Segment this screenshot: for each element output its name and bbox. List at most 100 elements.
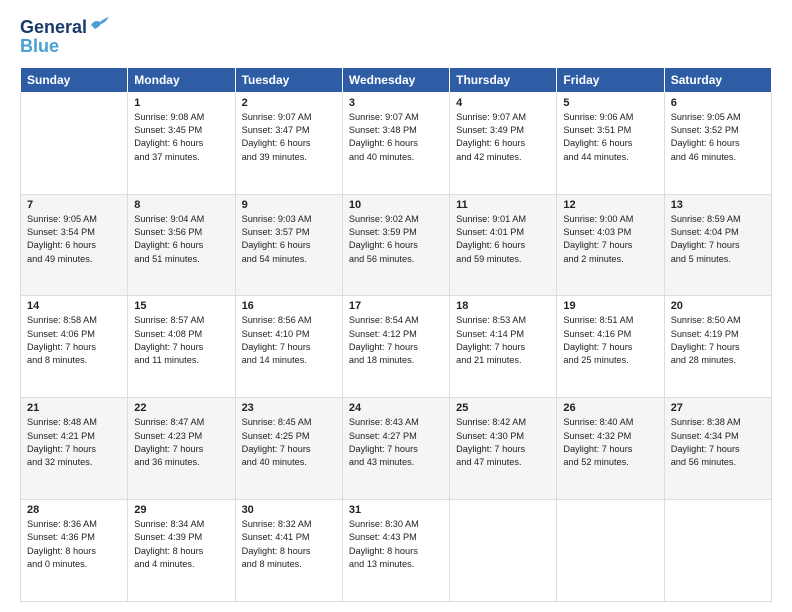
day-cell: 12Sunrise: 9:00 AM Sunset: 4:03 PM Dayli… [557, 194, 664, 296]
day-cell [664, 500, 771, 602]
day-info: Sunrise: 8:53 AM Sunset: 4:14 PM Dayligh… [456, 314, 550, 367]
day-info: Sunrise: 8:38 AM Sunset: 4:34 PM Dayligh… [671, 416, 765, 469]
day-cell: 13 Sunrise: 8:59 AM Sunset: 4:04 PM Dayli… [664, 194, 771, 296]
week-row-1: 1 Sunrise: 9:08 AM Sunset: 3:45 PM Daylig… [21, 92, 772, 194]
day-number: 30 [242, 504, 336, 516]
day-cell: 28 Sunrise: 8:36 AM Sunset: 4:36 PM Dayli… [21, 500, 128, 602]
day-cell: 6 Sunrise: 9:05 AM Sunset: 3:52 PM Daylig… [664, 92, 771, 194]
day-cell: 22 Sunrise: 8:47 AM Sunset: 4:23 PM Dayli… [128, 398, 235, 500]
day-cell: 26Sunrise: 8:40 AM Sunset: 4:32 PM Dayli… [557, 398, 664, 500]
day-info: Sunrise: 9:02 AM Sunset: 3:59 PM Dayligh… [349, 213, 443, 266]
day-number: 29 [134, 504, 228, 516]
day-number: 14 [27, 300, 121, 312]
day-cell: 11Sunrise: 9:01 AM Sunset: 4:01 PM Dayli… [450, 194, 557, 296]
day-cell [450, 500, 557, 602]
day-info: Sunrise: 8:59 AM Sunset: 4:04 PM Dayligh… [671, 213, 765, 266]
day-number: 10 [349, 199, 443, 211]
day-number: 1 [134, 97, 228, 109]
day-cell: 20 Sunrise: 8:50 AM Sunset: 4:19 PM Dayli… [664, 296, 771, 398]
day-cell: 30 Sunrise: 8:32 AM Sunset: 4:41 PM Dayli… [235, 500, 342, 602]
day-cell: 19Sunrise: 8:51 AM Sunset: 4:16 PM Dayli… [557, 296, 664, 398]
day-cell: 4 Sunrise: 9:07 AM Sunset: 3:49 PM Daylig… [450, 92, 557, 194]
day-info: Sunrise: 8:54 AM Sunset: 4:12 PM Dayligh… [349, 314, 443, 367]
day-info: Sunrise: 9:07 AM Sunset: 3:49 PM Dayligh… [456, 111, 550, 164]
day-number: 13 [671, 199, 765, 211]
day-cell: 9Sunrise: 9:03 AM Sunset: 3:57 PM Daylig… [235, 194, 342, 296]
weekday-saturday: Saturday [664, 67, 771, 92]
day-number: 19 [563, 300, 657, 312]
week-row-2: 7 Sunrise: 9:05 AM Sunset: 3:54 PM Daylig… [21, 194, 772, 296]
day-number: 5 [563, 97, 657, 109]
day-info: Sunrise: 9:07 AM Sunset: 3:48 PM Dayligh… [349, 111, 443, 164]
week-row-5: 28 Sunrise: 8:36 AM Sunset: 4:36 PM Dayli… [21, 500, 772, 602]
day-cell: 31 Sunrise: 8:30 AM Sunset: 4:43 PM Dayli… [342, 500, 449, 602]
day-number: 2 [242, 97, 336, 109]
day-info: Sunrise: 8:36 AM Sunset: 4:36 PM Dayligh… [27, 518, 121, 571]
weekday-monday: Monday [128, 67, 235, 92]
day-cell: 3Sunrise: 9:07 AM Sunset: 3:48 PM Daylig… [342, 92, 449, 194]
day-number: 4 [456, 97, 550, 109]
day-cell: 25Sunrise: 8:42 AM Sunset: 4:30 PM Dayli… [450, 398, 557, 500]
day-info: Sunrise: 8:56 AM Sunset: 4:10 PM Dayligh… [242, 314, 336, 367]
day-number: 22 [134, 402, 228, 414]
day-cell [21, 92, 128, 194]
day-info: Sunrise: 8:30 AM Sunset: 4:43 PM Dayligh… [349, 518, 443, 571]
day-number: 21 [27, 402, 121, 414]
day-cell: 27Sunrise: 8:38 AM Sunset: 4:34 PM Dayli… [664, 398, 771, 500]
day-number: 8 [134, 199, 228, 211]
week-row-3: 14 Sunrise: 8:58 AM Sunset: 4:06 PM Dayli… [21, 296, 772, 398]
day-cell: 7 Sunrise: 9:05 AM Sunset: 3:54 PM Daylig… [21, 194, 128, 296]
day-info: Sunrise: 9:08 AM Sunset: 3:45 PM Dayligh… [134, 111, 228, 164]
day-info: Sunrise: 8:32 AM Sunset: 4:41 PM Dayligh… [242, 518, 336, 571]
day-number: 18 [456, 300, 550, 312]
day-info: Sunrise: 8:57 AM Sunset: 4:08 PM Dayligh… [134, 314, 228, 367]
day-number: 28 [27, 504, 121, 516]
day-number: 15 [134, 300, 228, 312]
day-number: 16 [242, 300, 336, 312]
weekday-friday: Friday [557, 67, 664, 92]
logo: General Blue [20, 18, 111, 57]
day-number: 11 [456, 199, 550, 211]
day-number: 31 [349, 504, 443, 516]
day-info: Sunrise: 8:34 AM Sunset: 4:39 PM Dayligh… [134, 518, 228, 571]
day-info: Sunrise: 9:05 AM Sunset: 3:52 PM Dayligh… [671, 111, 765, 164]
day-cell: 1 Sunrise: 9:08 AM Sunset: 3:45 PM Daylig… [128, 92, 235, 194]
calendar-table: SundayMondayTuesdayWednesdayThursdayFrid… [20, 67, 772, 602]
day-number: 20 [671, 300, 765, 312]
day-info: Sunrise: 8:58 AM Sunset: 4:06 PM Dayligh… [27, 314, 121, 367]
day-cell: 8 Sunrise: 9:04 AM Sunset: 3:56 PM Daylig… [128, 194, 235, 296]
day-cell: 10 Sunrise: 9:02 AM Sunset: 3:59 PM Dayli… [342, 194, 449, 296]
day-info: Sunrise: 9:04 AM Sunset: 3:56 PM Dayligh… [134, 213, 228, 266]
day-cell: 21Sunrise: 8:48 AM Sunset: 4:21 PM Dayli… [21, 398, 128, 500]
day-info: Sunrise: 9:05 AM Sunset: 3:54 PM Dayligh… [27, 213, 121, 266]
calendar-page: General Blue SundayMondayTuesdayWednesda… [0, 0, 792, 612]
day-info: Sunrise: 8:40 AM Sunset: 4:32 PM Dayligh… [563, 416, 657, 469]
weekday-wednesday: Wednesday [342, 67, 449, 92]
day-info: Sunrise: 8:42 AM Sunset: 4:30 PM Dayligh… [456, 416, 550, 469]
day-cell: 15 Sunrise: 8:57 AM Sunset: 4:08 PM Dayli… [128, 296, 235, 398]
day-number: 23 [242, 402, 336, 414]
weekday-tuesday: Tuesday [235, 67, 342, 92]
day-info: Sunrise: 8:50 AM Sunset: 4:19 PM Dayligh… [671, 314, 765, 367]
day-cell: 2 Sunrise: 9:07 AM Sunset: 3:47 PM Daylig… [235, 92, 342, 194]
week-row-4: 21Sunrise: 8:48 AM Sunset: 4:21 PM Dayli… [21, 398, 772, 500]
logo-bird-icon [89, 17, 111, 33]
day-info: Sunrise: 8:47 AM Sunset: 4:23 PM Dayligh… [134, 416, 228, 469]
day-cell: 24 Sunrise: 8:43 AM Sunset: 4:27 PM Dayli… [342, 398, 449, 500]
day-info: Sunrise: 9:00 AM Sunset: 4:03 PM Dayligh… [563, 213, 657, 266]
day-number: 9 [242, 199, 336, 211]
day-info: Sunrise: 9:07 AM Sunset: 3:47 PM Dayligh… [242, 111, 336, 164]
day-cell: 17 Sunrise: 8:54 AM Sunset: 4:12 PM Dayli… [342, 296, 449, 398]
day-cell: 18 Sunrise: 8:53 AM Sunset: 4:14 PM Dayli… [450, 296, 557, 398]
weekday-header-row: SundayMondayTuesdayWednesdayThursdayFrid… [21, 67, 772, 92]
weekday-sunday: Sunday [21, 67, 128, 92]
day-cell: 23Sunrise: 8:45 AM Sunset: 4:25 PM Dayli… [235, 398, 342, 500]
day-info: Sunrise: 9:06 AM Sunset: 3:51 PM Dayligh… [563, 111, 657, 164]
day-number: 17 [349, 300, 443, 312]
day-number: 7 [27, 199, 121, 211]
day-number: 6 [671, 97, 765, 109]
day-number: 24 [349, 402, 443, 414]
day-cell: 14 Sunrise: 8:58 AM Sunset: 4:06 PM Dayli… [21, 296, 128, 398]
day-info: Sunrise: 8:43 AM Sunset: 4:27 PM Dayligh… [349, 416, 443, 469]
header: General Blue [20, 18, 772, 57]
